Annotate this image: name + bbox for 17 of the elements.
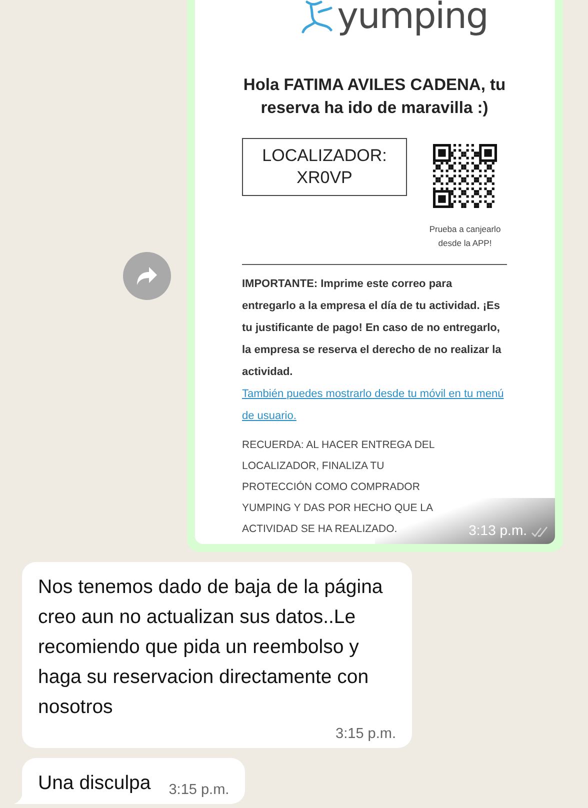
qr-code [433,144,497,208]
qr-caption: Prueba a canjearlo desde la APP! [428,223,502,250]
share-arrow-icon [136,266,158,286]
message-text: Una disculpa [38,771,151,796]
locator-code: XR0VP [296,167,352,189]
message-time: 3:13 p.m. [468,522,527,538]
message-text: Nos tenemos dado de baja de la página creo aun no actualizan sus datos..Le recomiendo que pida un reembolso y haga su reservacion directamente con nosotros [38,576,383,718]
greeting-heading: Hola FATIMA AVILES CADENA, tu reserva ha ido de maravilla :) [242,75,507,119]
locator-label: LOCALIZADOR: [262,145,387,167]
jumper-figure-icon [301,0,334,34]
message-time: 3:15 p.m. [336,726,396,742]
logo: yumping [337,0,488,34]
reminder-paragraph: RECUERDA: AL HACER ENTREGA DEL LOCALIZADOR, FINALIZA TU PROTECCIÓN COMO COMPRADOR YUMPING Y DAS POR HECHO QUE LA ACTIVIDAD SE HA REALIZADO. [242,438,436,537]
user-menu-link[interactable]: También puedes mostrarlo desde tu móvil en tu menú de usuario. [242,383,507,427]
forward-button[interactable] [123,252,171,300]
message-time: 3:15 p.m. [168,782,230,798]
notice-paragraph: IMPORTANTE: Imprime este correo para entregarlo a la empresa el día de tu actividad. ¡Es tu justificante de pago! En caso de no entregarlo, la empresa se reserva el derecho de no realizar la actividad. [242,277,502,380]
